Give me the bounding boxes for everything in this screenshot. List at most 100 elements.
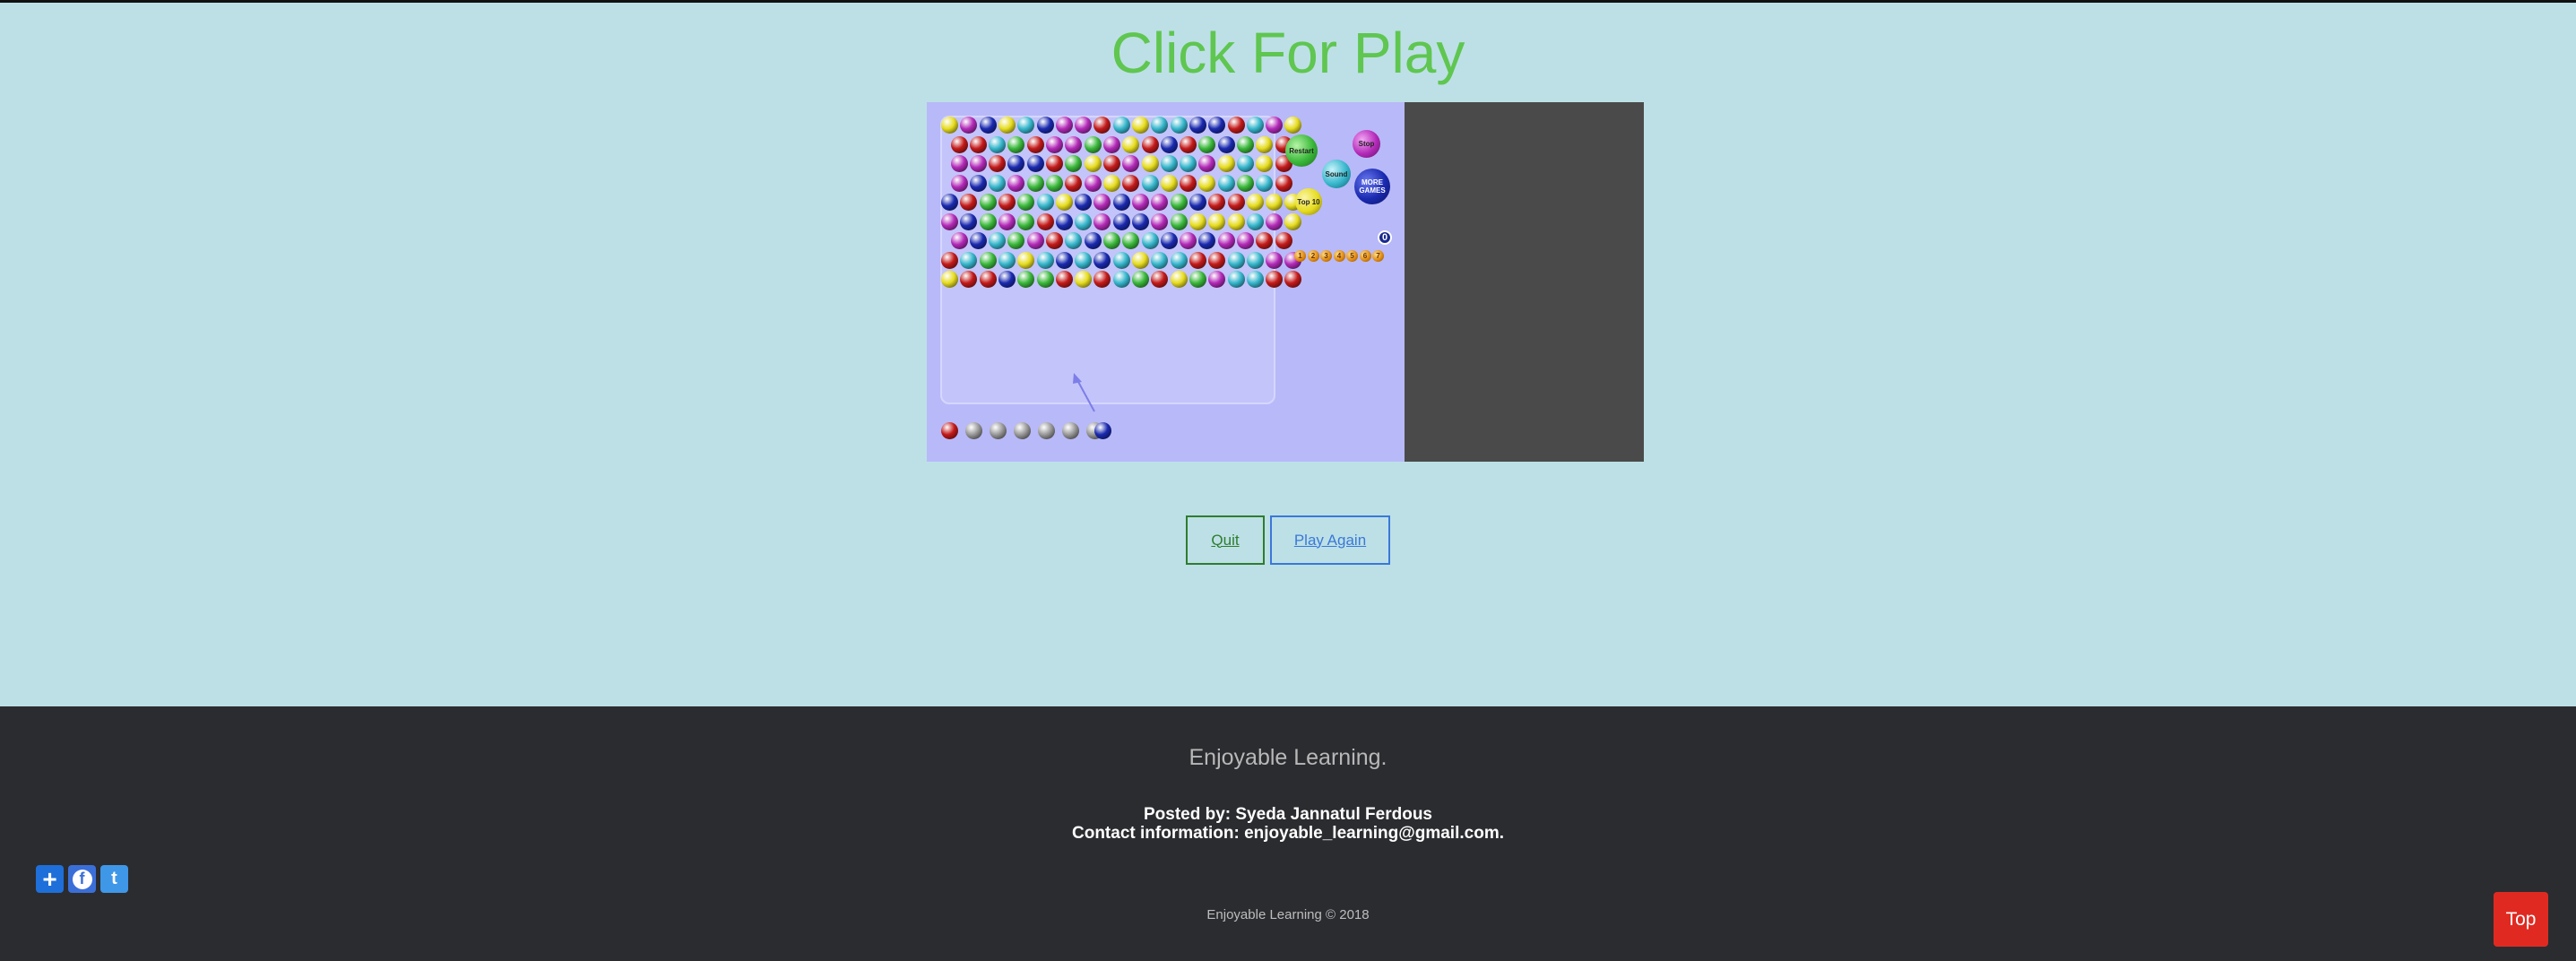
bubble-shooter-canvas[interactable]: Restart Stop Sound MORE GAMES Top 10 0 1… [927, 102, 1405, 462]
bubble-yellow [1141, 155, 1159, 172]
footer-author-info: Posted by: Syeda Jannatul Ferdous Contac… [0, 805, 2576, 843]
bubble-red [1065, 174, 1083, 192]
bubble-purple [941, 212, 958, 230]
stop-label: Stop [1358, 140, 1375, 148]
bubble-green [979, 251, 997, 269]
bubble-blue [1160, 135, 1178, 153]
bubble-yellow [1084, 155, 1102, 172]
quit-button[interactable]: Quit [1186, 515, 1265, 565]
bubble-red [989, 155, 1007, 172]
facebook-icon[interactable]: f [68, 865, 96, 893]
bubble-blue [1055, 212, 1073, 230]
stop-button[interactable]: Stop [1353, 130, 1380, 158]
bubble-purple [950, 155, 968, 172]
bubble-green [1237, 174, 1254, 192]
bubble-purple [1094, 212, 1111, 230]
bubble-red [941, 251, 958, 269]
queue-bubble-gray [990, 422, 1007, 439]
bubble-yellow [1017, 251, 1035, 269]
bubble-purple [1180, 232, 1197, 249]
bubble-yellow [1246, 194, 1264, 211]
more-games-button[interactable]: MORE GAMES [1354, 169, 1390, 204]
bubble-purple [1151, 212, 1169, 230]
bubble-green [1170, 194, 1188, 211]
bubble-blue [1132, 212, 1149, 230]
bubble-yellow [1284, 117, 1302, 134]
bubble-cyan [1170, 117, 1188, 134]
bubble-yellow [998, 117, 1016, 134]
game-frame[interactable]: Restart Stop Sound MORE GAMES Top 10 0 1… [927, 102, 1644, 462]
share-buttons: + f t [36, 865, 128, 893]
bubble-cyan [1112, 251, 1130, 269]
bubble-yellow [1266, 194, 1284, 211]
aim-arrow-icon [1073, 373, 1095, 412]
bubble-yellow [1122, 135, 1140, 153]
footer: Enjoyable Learning. Posted by: Syeda Jan… [0, 706, 2576, 961]
play-again-button[interactable]: Play Again [1270, 515, 1390, 565]
bubble-purple [1065, 135, 1083, 153]
bubble-purple [1266, 251, 1284, 269]
bubble-green [979, 194, 997, 211]
bubble-green [1046, 174, 1063, 192]
bubble-purple [1237, 232, 1254, 249]
bubble-blue [1094, 251, 1111, 269]
bubble-cyan [1246, 117, 1264, 134]
bubble-red [1046, 232, 1063, 249]
page-title[interactable]: Click For Play [0, 17, 2576, 89]
bubble-purple [1102, 135, 1120, 153]
bubble-green [979, 212, 997, 230]
contact-text: Contact information: enjoyable_learning@… [1072, 824, 1504, 843]
bubble-yellow [1227, 212, 1245, 230]
sound-label: Sound [1325, 169, 1348, 178]
bubble-cyan [1246, 271, 1264, 288]
bubble-cyan [1112, 271, 1130, 288]
bubble-cyan [989, 174, 1007, 192]
bubble-purple [1046, 135, 1063, 153]
twitter-icon[interactable]: t [100, 865, 128, 893]
bubble-green [1026, 174, 1044, 192]
footer-tagline: Enjoyable Learning. [1189, 745, 1387, 770]
bubble-cyan [1246, 251, 1264, 269]
bubble-red [979, 271, 997, 288]
level-ball: 7 [1372, 250, 1384, 262]
posted-by-text: Posted by: Syeda Jannatul Ferdous [1143, 805, 1433, 824]
bubble-cyan [1256, 174, 1274, 192]
bubble-cyan [989, 232, 1007, 249]
bubble-red [1266, 271, 1284, 288]
bubble-cyan [960, 251, 978, 269]
bubble-cyan [1036, 251, 1054, 269]
bubble-blue [1189, 194, 1206, 211]
bubble-blue [941, 194, 958, 211]
copyright-text: Enjoyable Learning © 2018 [1206, 907, 1370, 922]
bubble-green [1007, 135, 1025, 153]
sound-button[interactable]: Sound [1322, 160, 1351, 188]
level-ball: 1 [1294, 250, 1306, 262]
bubble-purple [1084, 174, 1102, 192]
bubble-purple [1132, 194, 1149, 211]
back-to-top-button[interactable]: Top [2494, 892, 2548, 947]
bubble-cyan [1075, 212, 1093, 230]
bubble-red [1046, 155, 1063, 172]
main-content: Click For Play Restart Stop Sound MORE G… [0, 3, 2576, 706]
bubble-blue [1189, 117, 1206, 134]
bubble-cyan [998, 251, 1016, 269]
add-share-icon[interactable]: + [36, 865, 64, 893]
bubble-cyan [1237, 155, 1254, 172]
queue-bubble-red [941, 422, 958, 439]
bubble-cyan [1141, 174, 1159, 192]
level-ball: 4 [1333, 250, 1345, 262]
bubble-purple [1007, 174, 1025, 192]
bubble-red [1189, 251, 1206, 269]
bubble-red [1227, 117, 1245, 134]
current-bubble-blue[interactable] [1094, 422, 1111, 439]
level-ball: 3 [1320, 250, 1332, 262]
restart-button[interactable]: Restart [1285, 134, 1318, 167]
bubble-cyan [1180, 155, 1197, 172]
bubble-blue [1160, 232, 1178, 249]
top10-button[interactable]: Top 10 [1295, 188, 1322, 215]
bubble-cyan [1246, 212, 1264, 230]
bubble-cyan [1227, 251, 1245, 269]
bubble-yellow [1075, 271, 1093, 288]
bubble-purple [1266, 117, 1284, 134]
queue-bubble-gray [1038, 422, 1055, 439]
